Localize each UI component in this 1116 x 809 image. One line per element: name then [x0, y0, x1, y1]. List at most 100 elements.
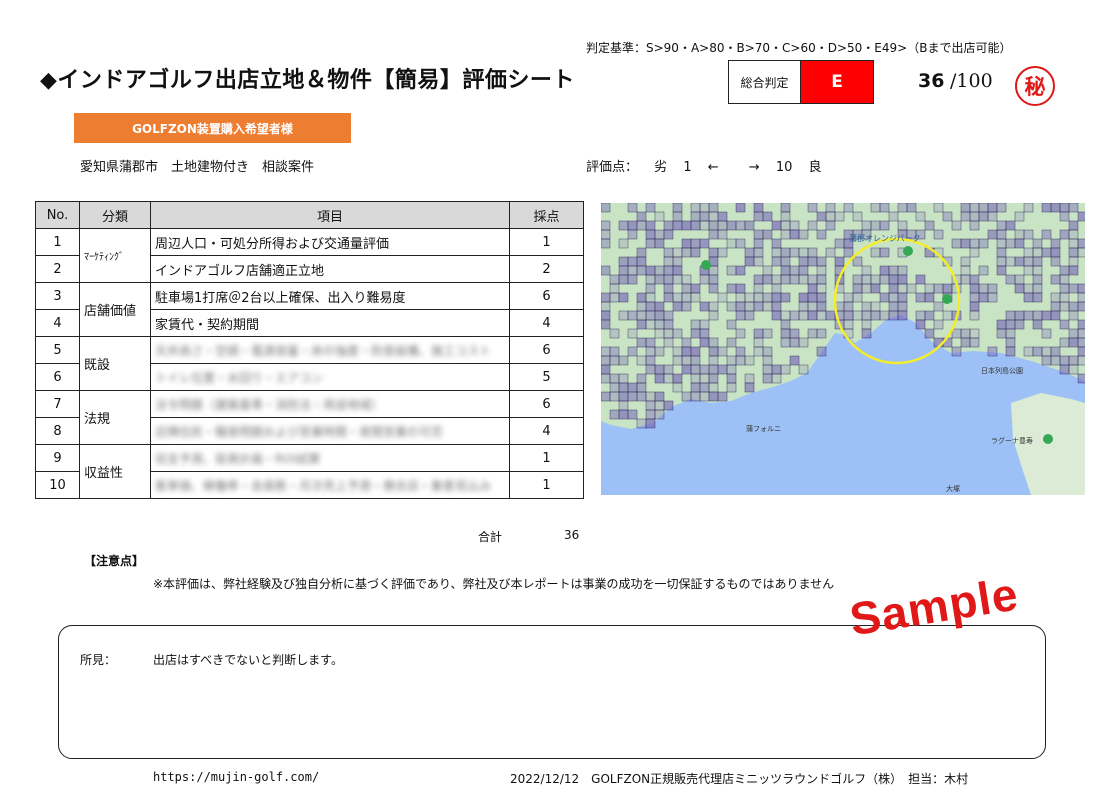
grid-cell [753, 229, 764, 240]
area-map-graphic: 蒲郡オレンジパーク 日本列島公園 蒲フォルニ ラグーナ豊寿 大塚 [601, 203, 1085, 495]
grid-cell [654, 391, 665, 402]
grid-cell [879, 292, 890, 303]
caution-text: ※本評価は、弊社経験及び独自分析に基づく評価であり、弊社及び本レポートは事業の成… [153, 577, 835, 591]
grid-cell [798, 301, 809, 312]
grid-cell [933, 283, 944, 294]
grid-cell [996, 256, 1007, 267]
grid-cell [601, 301, 611, 312]
grid-cell [1059, 203, 1070, 213]
grid-cell [1077, 355, 1085, 366]
grid-cell [636, 265, 647, 276]
grid-cell [753, 247, 764, 258]
grid-cell [699, 364, 710, 375]
grid-cell [690, 220, 701, 231]
grid-cell [780, 203, 791, 213]
grid-cell [690, 283, 701, 294]
grid-cell [735, 203, 746, 213]
grid-cell [717, 247, 728, 258]
grid-cell [807, 301, 818, 312]
grid-cell [735, 310, 746, 321]
grid-cell [762, 328, 773, 339]
grid-cell [1041, 328, 1052, 339]
grid-cell [708, 283, 719, 294]
grid-cell [951, 346, 962, 357]
grid-cell [601, 373, 611, 384]
grid-cell [780, 265, 791, 276]
grid-cell [645, 283, 656, 294]
grid-cell [690, 292, 701, 303]
caution-title: 【注意点】 [84, 554, 145, 568]
grid-cell [861, 319, 872, 330]
grid-cell [816, 283, 827, 294]
header-no: No. [35, 201, 80, 229]
grid-cell [897, 220, 908, 231]
grid-cell [1005, 256, 1016, 267]
rating-scale: 評価点： 劣 1 ← → 10 良 [586, 156, 834, 175]
table-row: 9 収益性 収支予測、投資計画・ROI試算 1 [35, 444, 584, 499]
grid-cell [690, 391, 701, 402]
blurred-item-text: トイレ位置・水回り・エアコン [155, 370, 324, 385]
grid-cell [771, 220, 782, 231]
blurred-item-text: 法令問題（建築基準・消防法・用途地域） [155, 397, 384, 412]
grid-cell [601, 319, 611, 330]
grid-cell [1059, 364, 1070, 375]
grid-cell [618, 220, 629, 231]
grid-cell [744, 247, 755, 258]
map-pin-icon [942, 294, 952, 304]
grid-cell [969, 203, 980, 213]
grid-cell [870, 274, 881, 285]
grid-cell [807, 220, 818, 231]
grid-cell [672, 292, 683, 303]
grid-cell [699, 328, 710, 339]
grid-cell [789, 337, 800, 348]
grid-cell [1059, 337, 1070, 348]
grid-cell [726, 301, 737, 312]
grid-cell [915, 211, 926, 222]
grid-cell [645, 355, 656, 366]
grid-cell [753, 328, 764, 339]
grid-cell [798, 247, 809, 258]
grid-cell [780, 310, 791, 321]
grid-cell [672, 346, 683, 357]
row-score: 1 [509, 228, 584, 256]
grid-cell [618, 310, 629, 321]
grid-cell [663, 310, 674, 321]
grid-cell [609, 346, 620, 357]
grid-cell [627, 265, 638, 276]
grid-cell [987, 211, 998, 222]
grid-cell [1050, 247, 1061, 258]
grid-cell [1005, 220, 1016, 231]
grid-cell [861, 220, 872, 231]
grid-cell [852, 256, 863, 267]
scale-high-word: 良 [808, 160, 822, 175]
grid-cell [744, 292, 755, 303]
grid-cell [645, 274, 656, 285]
blurred-item-text: 天井高さ・空調・電源容量・床の強度・防音設備、施工コスト [155, 343, 492, 358]
grid-cell [780, 274, 791, 285]
footer-info: 2022/12/12 GOLFZON正規販売代理店ミニッツラウンドゴルフ（株） … [510, 772, 969, 786]
grid-cell [960, 274, 971, 285]
grid-cell [1023, 265, 1034, 276]
grid-cell [780, 337, 791, 348]
grid-cell [618, 355, 629, 366]
grid-cell [1077, 373, 1085, 384]
grid-cell [861, 274, 872, 285]
grid-cell [807, 310, 818, 321]
grid-cell [708, 373, 719, 384]
grid-cell [663, 292, 674, 303]
grid-cell [663, 283, 674, 294]
grid-cell [681, 247, 692, 258]
table-header-row: No. 分類 項目 採点 [35, 201, 584, 229]
row-score: 5 [509, 363, 584, 391]
grid-cell [636, 220, 647, 231]
grid-cell [744, 382, 755, 393]
grid-cell [636, 337, 647, 348]
row-score: 6 [509, 336, 584, 364]
grid-cell [996, 247, 1007, 258]
grid-cell [717, 211, 728, 222]
row-no: 10 [35, 471, 80, 499]
grid-cell [1059, 211, 1070, 222]
row-score: 1 [509, 444, 584, 472]
grid-cell [987, 283, 998, 294]
grid-cell [708, 220, 719, 231]
